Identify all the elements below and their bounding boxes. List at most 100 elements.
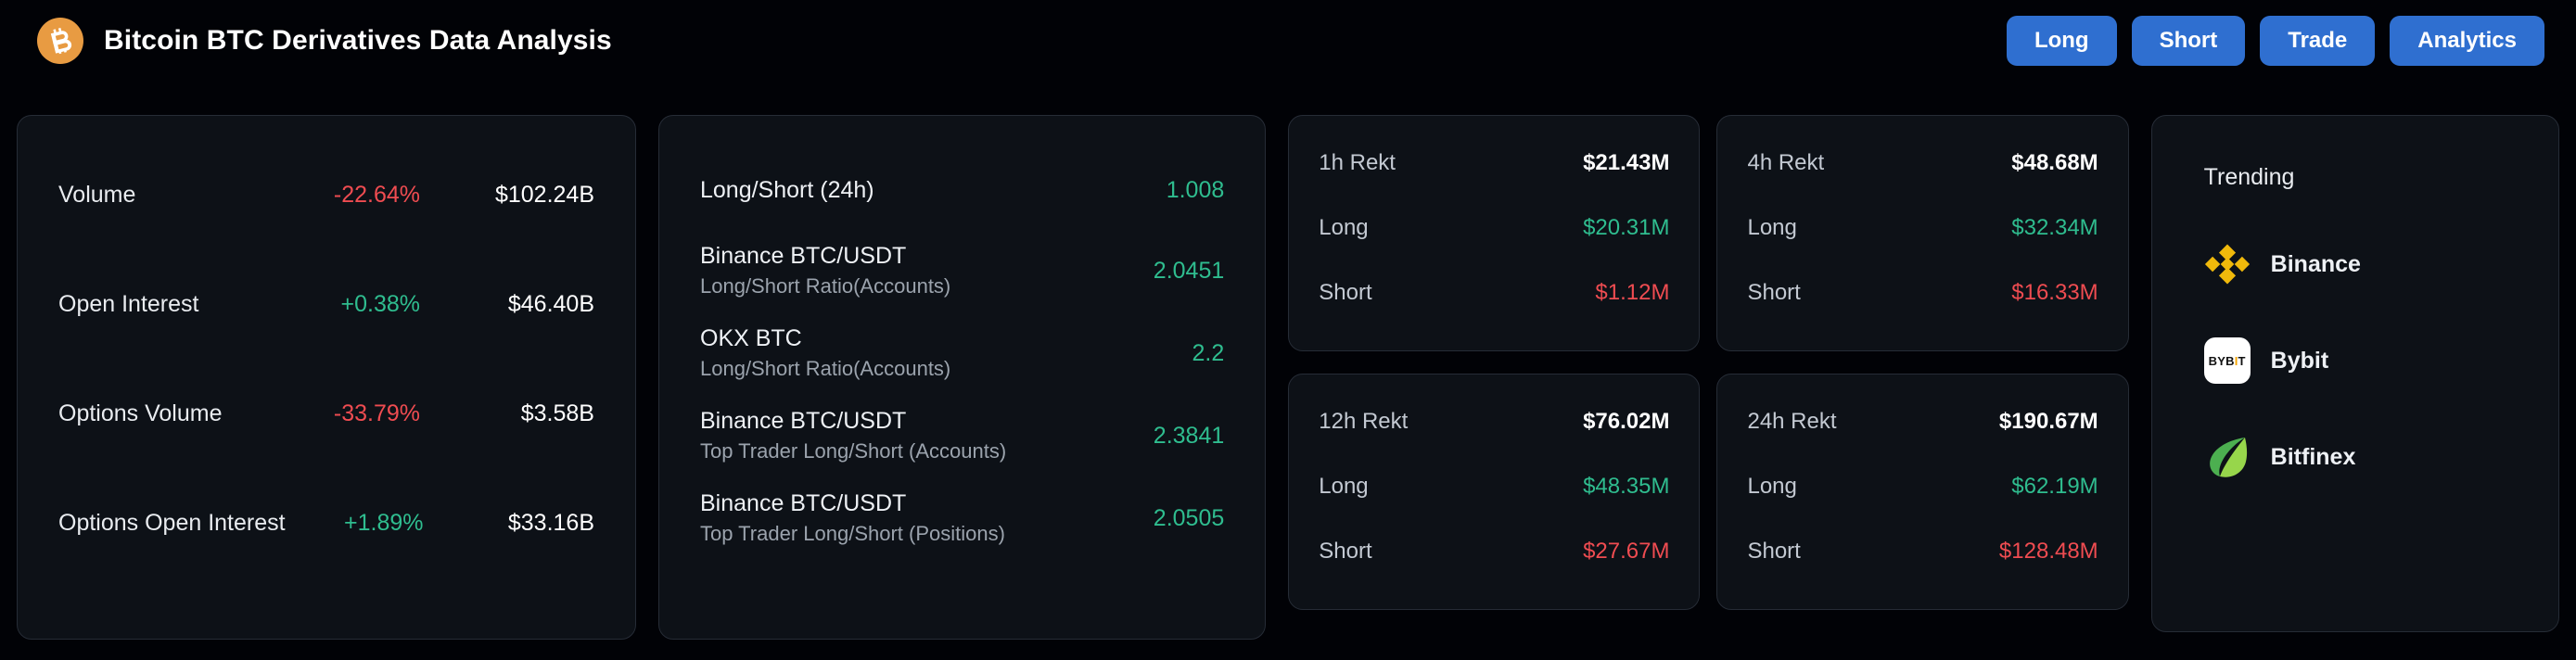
metric-label: Open Interest	[58, 291, 199, 317]
trending-title: Trending	[2203, 164, 2295, 190]
header-actions: Long Short Trade Analytics	[2006, 16, 2544, 66]
rekt-period-label: 4h Rekt	[1747, 150, 1825, 175]
rekt-short-value: $27.67M	[1583, 539, 1670, 564]
trending-item-label: Bybit	[2270, 347, 2329, 374]
ratio-row: Binance BTC/USDT Top Trader Long/Short (…	[700, 490, 1224, 546]
trending-item-label: Binance	[2270, 250, 2361, 277]
ratio-value: 2.3841	[1153, 422, 1225, 449]
rekt-long-label: Long	[1319, 474, 1369, 499]
rekt-long-value: $62.19M	[2011, 474, 2098, 499]
rekt-short-row: Short $128.48M	[1747, 532, 2098, 571]
metric-row: Volume -22.64% $102.24B	[58, 168, 594, 222]
rekt-short-row: Short $16.33M	[1747, 273, 2098, 312]
rekt-card-12h: 12h Rekt $76.02M Long $48.35M Short $27.…	[1288, 374, 1701, 610]
rekt-short-value: $128.48M	[1998, 539, 2098, 564]
ratio-title: OKX BTC	[700, 325, 802, 351]
rekt-total-row: 4h Rekt $48.68M	[1747, 144, 2098, 183]
rekt-short-value: $16.33M	[2011, 280, 2098, 305]
metric-row: Options Volume -33.79% $3.58B	[58, 387, 594, 441]
ratio-title: Binance BTC/USDT	[700, 408, 907, 434]
rekt-total-row: 12h Rekt $76.02M	[1319, 402, 1669, 441]
page-header: Bitcoin BTC Derivatives Data Analysis Lo…	[0, 0, 2576, 82]
title-group: Bitcoin BTC Derivatives Data Analysis	[37, 18, 612, 64]
metric-change: +1.89%	[344, 510, 424, 536]
rekt-total-value: $48.68M	[2011, 150, 2098, 175]
metric-change: -22.64%	[333, 182, 420, 208]
card-grid: Volume -22.64% $102.24B Open Interest +0…	[17, 115, 2559, 643]
page-title: Bitcoin BTC Derivatives Data Analysis	[104, 25, 612, 56]
ratio-value: 1.008	[1166, 176, 1225, 203]
ratio-text: Binance BTC/USDT Top Trader Long/Short (…	[700, 408, 1006, 463]
ratio-value: 2.0451	[1153, 257, 1225, 284]
trending-card: Trending Binance BYBIT Bybit Bitfinex	[2150, 115, 2559, 632]
ratio-text: Binance BTC/USDT Long/Short Ratio(Accoun…	[700, 243, 950, 298]
ratio-value: 2.2	[1192, 339, 1225, 366]
rekt-short-row: Short $1.12M	[1319, 273, 1669, 312]
ratio-row: Binance BTC/USDT Long/Short Ratio(Accoun…	[700, 243, 1224, 298]
rekt-period-label: 1h Rekt	[1319, 150, 1396, 175]
rekt-card-grid: 1h Rekt $21.43M Long $20.31M Short $1.12…	[1288, 115, 2129, 640]
rekt-long-value: $32.34M	[2011, 215, 2098, 240]
rekt-card-1h: 1h Rekt $21.43M Long $20.31M Short $1.12…	[1288, 115, 1701, 351]
metric-value: $33.16B	[507, 510, 594, 536]
rekt-period-label: 12h Rekt	[1319, 409, 1409, 434]
ratio-subtitle: Top Trader Long/Short (Positions)	[700, 522, 1005, 545]
metric-value: $46.40B	[507, 291, 594, 317]
metric-row: Open Interest +0.38% $46.40B	[58, 277, 594, 332]
rekt-total-value: $21.43M	[1583, 150, 1670, 175]
long-short-ratio-card: Long/Short (24h) 1.008 Binance BTC/USDT …	[658, 115, 1267, 640]
rekt-long-label: Long	[1747, 215, 1797, 240]
metric-label: Volume	[58, 182, 136, 208]
trending-item-bybit[interactable]: BYBIT Bybit	[2152, 334, 2558, 387]
ratio-text: Long/Short (24h)	[700, 177, 874, 204]
ratio-text: OKX BTC Long/Short Ratio(Accounts)	[700, 325, 950, 381]
metric-value: $3.58B	[520, 400, 594, 426]
ratio-title: Binance BTC/USDT	[700, 243, 907, 269]
metric-value: $102.24B	[494, 182, 594, 208]
metric-change: -33.79%	[333, 400, 420, 426]
rekt-short-label: Short	[1319, 280, 1372, 305]
rekt-long-row: Long $62.19M	[1747, 467, 2098, 506]
rekt-short-label: Short	[1319, 539, 1372, 564]
rekt-card-4h: 4h Rekt $48.68M Long $32.34M Short $16.3…	[1716, 115, 2129, 351]
ratio-subtitle: Top Trader Long/Short (Accounts)	[700, 439, 1007, 463]
rekt-long-value: $48.35M	[1583, 474, 1670, 499]
rekt-long-label: Long	[1747, 474, 1797, 499]
metric-change: +0.38%	[340, 291, 421, 317]
rekt-short-value: $1.12M	[1595, 280, 1670, 305]
ratio-title: Binance BTC/USDT	[700, 490, 907, 516]
rekt-total-row: 1h Rekt $21.43M	[1319, 144, 1669, 183]
trending-item-binance[interactable]: Binance	[2152, 237, 2558, 291]
long-button[interactable]: Long	[2006, 16, 2117, 66]
ratio-title: Long/Short (24h)	[700, 176, 874, 203]
ratio-value: 2.0505	[1153, 504, 1225, 531]
rekt-long-value: $20.31M	[1583, 215, 1670, 240]
bybit-logo-icon: BYBIT	[2203, 337, 2251, 384]
metric-label: Options Volume	[58, 400, 223, 426]
ratio-text: Binance BTC/USDT Top Trader Long/Short (…	[700, 490, 1005, 546]
market-metrics-card: Volume -22.64% $102.24B Open Interest +0…	[17, 115, 636, 640]
rekt-total-value: $76.02M	[1583, 409, 1670, 434]
rekt-card-24h: 24h Rekt $190.67M Long $62.19M Short $12…	[1716, 374, 2129, 610]
ratio-subtitle: Long/Short Ratio(Accounts)	[700, 357, 951, 380]
rekt-short-label: Short	[1747, 280, 1801, 305]
rekt-long-label: Long	[1319, 215, 1369, 240]
rekt-long-row: Long $48.35M	[1319, 467, 1669, 506]
bitfinex-logo-icon	[2204, 434, 2251, 480]
analytics-button[interactable]: Analytics	[2390, 16, 2544, 66]
ratio-row: Binance BTC/USDT Top Trader Long/Short (…	[700, 408, 1224, 463]
bitcoin-icon	[37, 18, 83, 64]
rekt-long-row: Long $32.34M	[1747, 209, 2098, 248]
metric-label: Options Open Interest	[58, 510, 286, 536]
metric-row: Options Open Interest +1.89% $33.16B	[58, 496, 594, 551]
rekt-period-label: 24h Rekt	[1747, 409, 1837, 434]
short-button[interactable]: Short	[2131, 16, 2246, 66]
trade-button[interactable]: Trade	[2260, 16, 2376, 66]
trending-item-bitfinex[interactable]: Bitfinex	[2152, 430, 2558, 484]
rekt-long-row: Long $20.31M	[1319, 209, 1669, 248]
ratio-row: OKX BTC Long/Short Ratio(Accounts) 2.2	[700, 325, 1224, 381]
rekt-short-row: Short $27.67M	[1319, 532, 1669, 571]
ratio-subtitle: Long/Short Ratio(Accounts)	[700, 274, 951, 298]
rekt-short-label: Short	[1747, 539, 1801, 564]
trending-item-label: Bitfinex	[2270, 443, 2356, 470]
